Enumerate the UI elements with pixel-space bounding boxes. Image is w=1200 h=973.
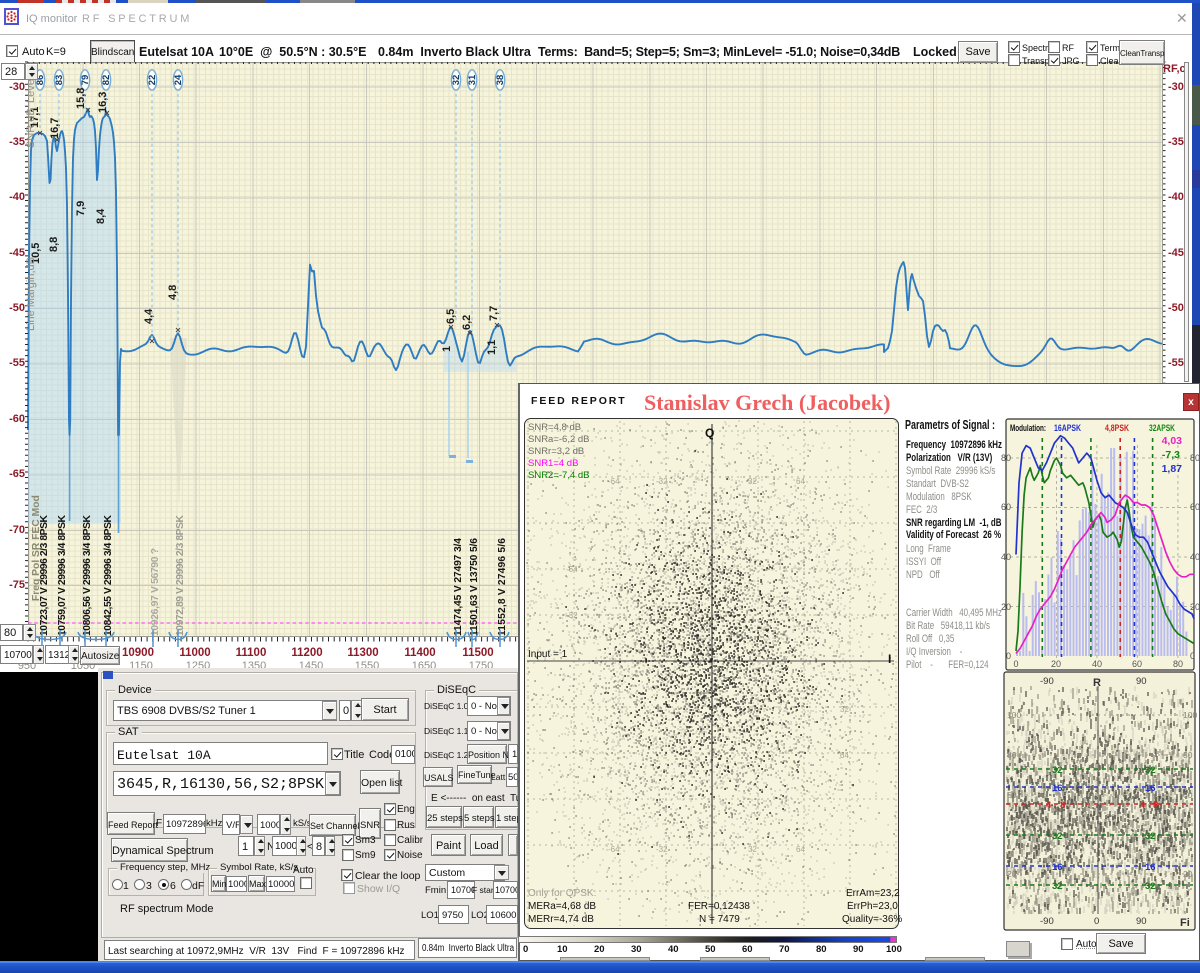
svg-text:-90: -90 [1040, 676, 1054, 687]
svg-text:20: 20 [1183, 869, 1193, 879]
svg-text:80: 80 [1007, 750, 1017, 760]
svg-text:32: 32 [1052, 881, 1063, 892]
svg-text:60: 60 [1183, 790, 1193, 800]
svg-text:16: 16 [1052, 783, 1063, 794]
svg-text:60: 60 [1007, 790, 1017, 800]
svg-text:Fi: Fi [1180, 917, 1190, 929]
svg-text:80: 80 [1183, 750, 1193, 760]
svg-text:20: 20 [1007, 869, 1017, 879]
svg-text:4: 4 [1140, 800, 1146, 811]
svg-text:32: 32 [1052, 765, 1063, 776]
svg-text:32: 32 [1145, 831, 1156, 842]
svg-text:16: 16 [1052, 862, 1063, 873]
svg-text:32: 32 [1052, 831, 1063, 842]
svg-text:90: 90 [1136, 916, 1147, 927]
svg-text:32: 32 [1145, 765, 1156, 776]
svg-text:4: 4 [1046, 800, 1052, 811]
svg-text:100: 100 [1183, 710, 1197, 720]
svg-text:16: 16 [1145, 862, 1156, 873]
svg-text:8: 8 [1153, 800, 1158, 811]
svg-text:32: 32 [1145, 881, 1156, 892]
svg-text:100: 100 [1007, 710, 1021, 720]
svg-text:0: 0 [1094, 916, 1099, 927]
svg-text:R: R [1093, 677, 1101, 689]
svg-text:-90: -90 [1040, 916, 1054, 927]
svg-text:8: 8 [1060, 800, 1065, 811]
svg-text:16: 16 [1145, 783, 1156, 794]
svg-text:90: 90 [1136, 676, 1147, 687]
